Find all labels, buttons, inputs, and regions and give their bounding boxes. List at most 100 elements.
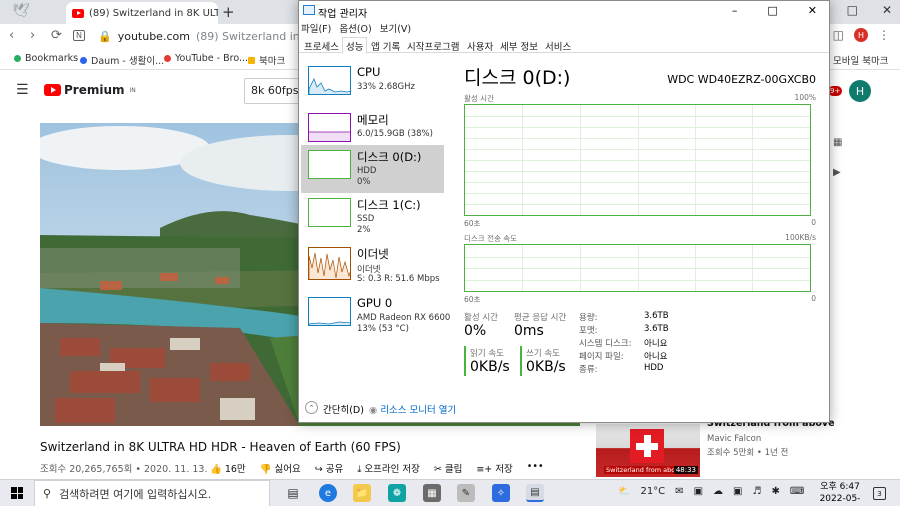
close-button[interactable]: ✕ xyxy=(882,3,892,18)
window-title: 작업 관리자 xyxy=(318,9,368,20)
taskbar-search-box[interactable]: ⚲ 검색하려면 여기에 입력하십시오. xyxy=(34,480,270,506)
task-manager-icon xyxy=(303,5,315,15)
clip-button[interactable]: ✂ 클립 xyxy=(434,461,462,475)
bookmark-item[interactable]: YouTube - Bro... xyxy=(164,53,248,64)
prop-value: 3.6TB xyxy=(644,324,669,334)
tab-youtube[interactable]: (89) Switzerland in 8K ULTRA HD × xyxy=(66,2,218,24)
recommended-video-thumbnail[interactable]: Switzerland from above 48:33 xyxy=(596,424,700,477)
tab-services[interactable]: 서비스 xyxy=(545,39,571,53)
forward-icon[interactable]: › xyxy=(30,28,35,43)
resource-monitor-link[interactable]: ◉ 리소스 모니터 열기 xyxy=(369,402,456,416)
app-icon-teal[interactable]: ❁ xyxy=(388,484,406,502)
like-button[interactable]: 👍 16만 xyxy=(210,461,246,475)
address-bar[interactable]: 🔒 youtube.com (89) Switzerland in 8K ULT… xyxy=(98,26,298,46)
play-icon[interactable]: ▶ xyxy=(833,167,842,178)
task-manager-window: 작업 관리자 – □ ✕ 파일(F) 옵션(O) 보기(V) 프로세스 성능 앱… xyxy=(298,0,830,423)
resource-item-disk0[interactable]: 디스크 0(D:) HDD 0% xyxy=(301,145,444,193)
bird-icon[interactable]: 🕊 xyxy=(12,3,30,19)
url-host: youtube.com xyxy=(117,29,190,43)
menu-file[interactable]: 파일(F) xyxy=(301,21,331,35)
back-icon[interactable]: ‹ xyxy=(9,28,14,43)
task-manager-titlebar[interactable]: 작업 관리자 – □ ✕ xyxy=(299,1,829,21)
chat-icon[interactable]: ✉ xyxy=(675,486,683,497)
grid-view-icon[interactable]: ▦ xyxy=(833,137,842,148)
task-view-icon[interactable]: ▤ xyxy=(284,484,302,502)
youtube-favicon-icon xyxy=(72,8,84,18)
cloud-icon[interactable]: ☁ xyxy=(713,486,723,497)
file-explorer-icon[interactable]: 📁 xyxy=(353,484,371,502)
detail-title: 디스크 0(D:) xyxy=(464,67,571,89)
graph2-min: 0 xyxy=(811,294,816,303)
youtube-avatar[interactable]: H xyxy=(849,80,871,102)
share-label: 공유 xyxy=(325,464,344,475)
minimize-button[interactable]: – xyxy=(732,4,738,17)
profile-avatar[interactable]: H xyxy=(854,28,868,42)
more-actions-button[interactable]: ••• xyxy=(527,461,544,475)
tab-performance[interactable]: 성능 xyxy=(342,37,368,54)
sidebar-icon[interactable]: ◫ xyxy=(833,28,844,42)
resource-item-disk1[interactable]: 디스크 1(C:) SSD 2% xyxy=(301,193,444,241)
resource-item-gpu[interactable]: GPU 0 AMD Radeon RX 6600 13% (53 °C) xyxy=(301,292,450,340)
menu-options[interactable]: 옵션(O) xyxy=(339,21,371,35)
tab-app-history[interactable]: 앱 기록 xyxy=(371,39,400,53)
tab-startup[interactable]: 시작프로그램 xyxy=(407,39,459,53)
menu-kebab-icon[interactable]: ⋮ xyxy=(878,28,890,42)
task-manager-taskbar-icon[interactable]: ▤ xyxy=(526,484,544,502)
tab-processes[interactable]: 프로세스 xyxy=(304,39,339,53)
calculator-icon[interactable]: ▦ xyxy=(423,484,441,502)
menu-bar: 파일(F) 옵션(O) 보기(V) xyxy=(301,21,411,35)
notification-badge[interactable]: 9+ xyxy=(828,86,843,96)
resource-item-ethernet[interactable]: 이더넷 이더넷 S: 0.3 R: 51.6 Mbps xyxy=(301,242,444,290)
gamepad-icon[interactable]: ▣ xyxy=(694,486,703,497)
scissors-icon: ✂ xyxy=(433,464,442,475)
pen-tool-icon[interactable]: ✎ xyxy=(457,484,475,502)
app-icon-blue[interactable]: ✧ xyxy=(492,484,510,502)
fewer-details-button[interactable]: 간단히(D) xyxy=(323,402,364,416)
edge-icon[interactable]: e xyxy=(319,484,337,502)
reload-icon[interactable]: ⟳ xyxy=(51,28,62,43)
bookmark-item[interactable]: 북마크 xyxy=(248,53,285,67)
bookmark-item[interactable]: Bookmarks xyxy=(14,53,78,64)
resource-detail: 33% 2.68GHz xyxy=(357,82,415,92)
resource-item-cpu[interactable]: CPU 33% 2.68GHz xyxy=(301,61,444,109)
tab-details[interactable]: 세부 정보 xyxy=(500,39,538,53)
recommended-video-channel[interactable]: Mavic Falcon xyxy=(707,434,761,444)
hamburger-menu-icon[interactable]: ☰ xyxy=(16,82,29,98)
swiss-flag-icon xyxy=(630,429,664,463)
maximize-button[interactable]: □ xyxy=(847,3,858,18)
read-speed-label: 읽기 속도 xyxy=(470,349,504,359)
prop-value: 아니요 xyxy=(644,339,668,349)
bookmark-item[interactable]: Daum - 생활이... xyxy=(80,53,164,67)
thumbs-up-icon: 👍 xyxy=(210,464,222,475)
new-tab-button[interactable]: + xyxy=(222,3,235,21)
resource-detail: 6.0/15.9GB (38%) xyxy=(357,129,433,139)
save-button[interactable]: ≡+ 저장 xyxy=(476,461,512,475)
bluetooth-icon[interactable]: ✱ xyxy=(771,486,779,497)
close-button[interactable]: ✕ xyxy=(808,4,817,17)
weather-temp[interactable]: 21°C xyxy=(640,486,665,497)
reader-mode-icon[interactable]: N xyxy=(73,30,85,41)
task-manager-footer: ⌃ 간단히(D) ◉ 리소스 모니터 열기 xyxy=(299,397,829,421)
mobile-bookmarks[interactable]: 모바일 북마크 xyxy=(833,53,888,67)
notification-center-icon[interactable]: 3 xyxy=(873,487,886,500)
youtube-search-input[interactable]: 8k 60fps xyxy=(244,78,304,104)
resource-name: 디스크 1(C:) xyxy=(357,198,421,212)
weather-icon[interactable]: ⛅ xyxy=(618,486,630,497)
dislike-button[interactable]: 👎 싫어요 xyxy=(260,461,301,475)
chevron-up-icon[interactable]: ⌃ xyxy=(305,401,318,414)
clock[interactable]: 오후 6:47 2022-05-19 xyxy=(815,481,865,506)
maximize-button[interactable]: □ xyxy=(767,4,777,17)
tab-users[interactable]: 사용자 xyxy=(467,39,493,53)
network-icon[interactable]: ▣ xyxy=(733,486,742,497)
graph1-min: 0 xyxy=(811,218,816,227)
volume-icon[interactable]: ♬ xyxy=(752,486,761,497)
menu-view[interactable]: 보기(V) xyxy=(380,21,411,35)
keyboard-icon[interactable]: ⌨ xyxy=(790,486,804,497)
youtube-logo[interactable]: Premium IN xyxy=(44,83,136,97)
share-button[interactable]: ↪ 공유 xyxy=(315,461,343,475)
lock-icon: 🔒 xyxy=(98,29,112,43)
window-controls: – □ ✕ xyxy=(732,4,817,17)
prop-value: 3.6TB xyxy=(644,311,669,321)
windows-start-icon[interactable] xyxy=(11,487,23,499)
download-button[interactable]: ⤓ 오프라인 저장 xyxy=(357,461,420,475)
